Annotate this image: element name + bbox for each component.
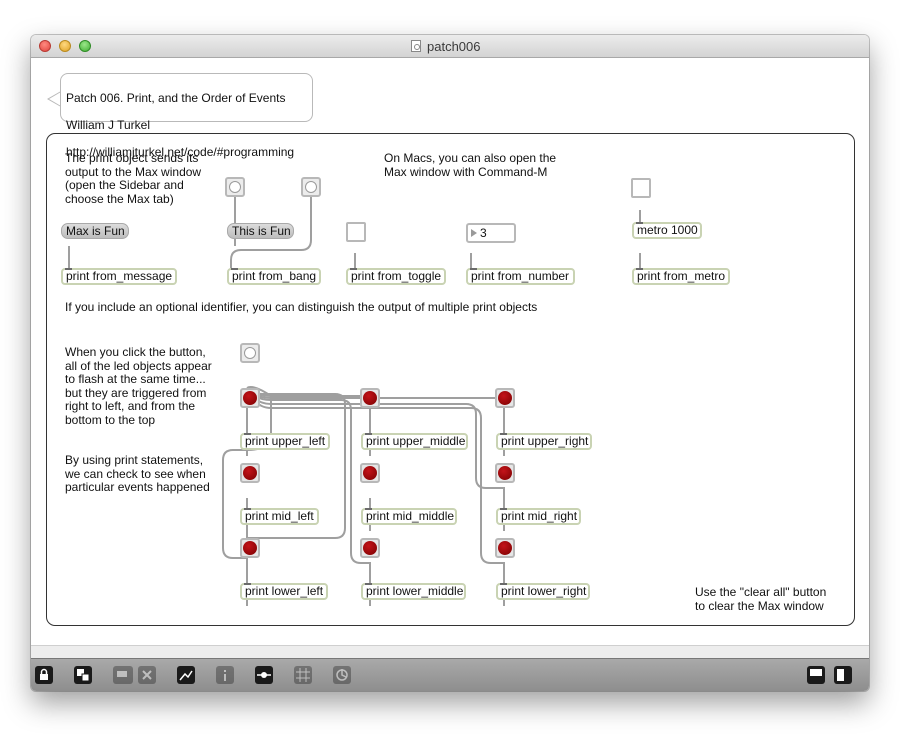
presentation-icon[interactable]: [74, 666, 92, 684]
print-upper-middle-object[interactable]: print upper_middle: [361, 433, 468, 450]
connect-icon[interactable]: [255, 666, 273, 684]
print-from-bang-object[interactable]: print from_bang: [227, 268, 321, 285]
print-lower-right-object[interactable]: print lower_right: [496, 583, 590, 600]
clear-all-icon[interactable]: [333, 666, 351, 684]
toggle[interactable]: [346, 222, 366, 242]
print-mid-right-object[interactable]: print mid_right: [496, 508, 581, 525]
print-lower-left-object[interactable]: print lower_left: [240, 583, 328, 600]
close-window-button[interactable]: [39, 40, 51, 52]
lock-icon[interactable]: [35, 666, 53, 684]
print-lower-middle-object[interactable]: print lower_middle: [361, 583, 466, 600]
bang-button-2[interactable]: [301, 177, 321, 197]
debug-icon[interactable]: [177, 666, 195, 684]
zoom-window-button[interactable]: [79, 40, 91, 52]
print-from-number-object[interactable]: print from_number: [466, 268, 575, 285]
title-bar: patch006: [31, 35, 869, 58]
print-from-toggle-object[interactable]: print from_toggle: [346, 268, 446, 285]
number-box[interactable]: 3: [466, 223, 516, 243]
message-max-is-fun[interactable]: Max is Fun: [61, 223, 129, 239]
print-statements-comment: By using print statements, we can check …: [65, 453, 210, 494]
info-icon[interactable]: [216, 666, 234, 684]
header-line-2: William J Turkel: [66, 117, 151, 132]
layout-bottom-icon[interactable]: [807, 666, 825, 684]
minimize-window-button[interactable]: [59, 40, 71, 52]
print-mid-middle-object[interactable]: print mid_middle: [361, 508, 457, 525]
led-mid-right[interactable]: [495, 463, 515, 483]
window-title: patch006: [427, 39, 481, 54]
led-lower-left[interactable]: [240, 538, 260, 558]
print-intro-comment: The print object sends its output to the…: [65, 151, 202, 206]
led-lower-right[interactable]: [495, 538, 515, 558]
grid-icon[interactable]: [294, 666, 312, 684]
print-mid-left-object[interactable]: print mid_left: [240, 508, 319, 525]
led-lower-middle[interactable]: [360, 538, 380, 558]
identifier-comment: If you include an optional identifier, y…: [65, 300, 538, 314]
order-explain-comment: When you click the button, all of the le…: [65, 345, 212, 427]
clear-all-comment: Use the "clear all" button to clear the …: [695, 585, 827, 613]
led-upper-left[interactable]: [240, 388, 260, 408]
print-upper-right-object[interactable]: print upper_right: [496, 433, 592, 450]
bang-button-1[interactable]: [225, 177, 245, 197]
patcher-window: patch006 Patch 006. Print, and the Order…: [31, 35, 869, 691]
led-mid-middle[interactable]: [360, 463, 380, 483]
mac-shortcut-comment: On Macs, you can also open the Max windo…: [384, 151, 557, 179]
led-mid-left[interactable]: [240, 463, 260, 483]
led-upper-right[interactable]: [495, 388, 515, 408]
patcher-toolbar: [31, 658, 869, 691]
paint-icon[interactable]: [113, 666, 133, 684]
led-upper-middle[interactable]: [360, 388, 380, 408]
metro-object[interactable]: metro 1000: [632, 222, 702, 239]
document-icon: [411, 40, 421, 52]
print-upper-left-object[interactable]: print upper_left: [240, 433, 330, 450]
main-bang-button[interactable]: [240, 343, 260, 363]
print-from-message-object[interactable]: print from_message: [61, 268, 177, 285]
header-line-1: Patch 006. Print, and the Order of Event…: [66, 90, 286, 105]
sidebar-icon[interactable]: [834, 666, 852, 684]
header-comment[interactable]: Patch 006. Print, and the Order of Event…: [60, 73, 313, 158]
patcher-canvas[interactable]: Patch 006. Print, and the Order of Event…: [31, 58, 869, 645]
message-this-is-fun[interactable]: This is Fun: [227, 223, 294, 239]
metro-toggle[interactable]: [631, 178, 651, 198]
status-strip: [31, 645, 869, 658]
print-from-metro-object[interactable]: print from_metro: [632, 268, 730, 285]
clear-icon[interactable]: [138, 666, 156, 684]
